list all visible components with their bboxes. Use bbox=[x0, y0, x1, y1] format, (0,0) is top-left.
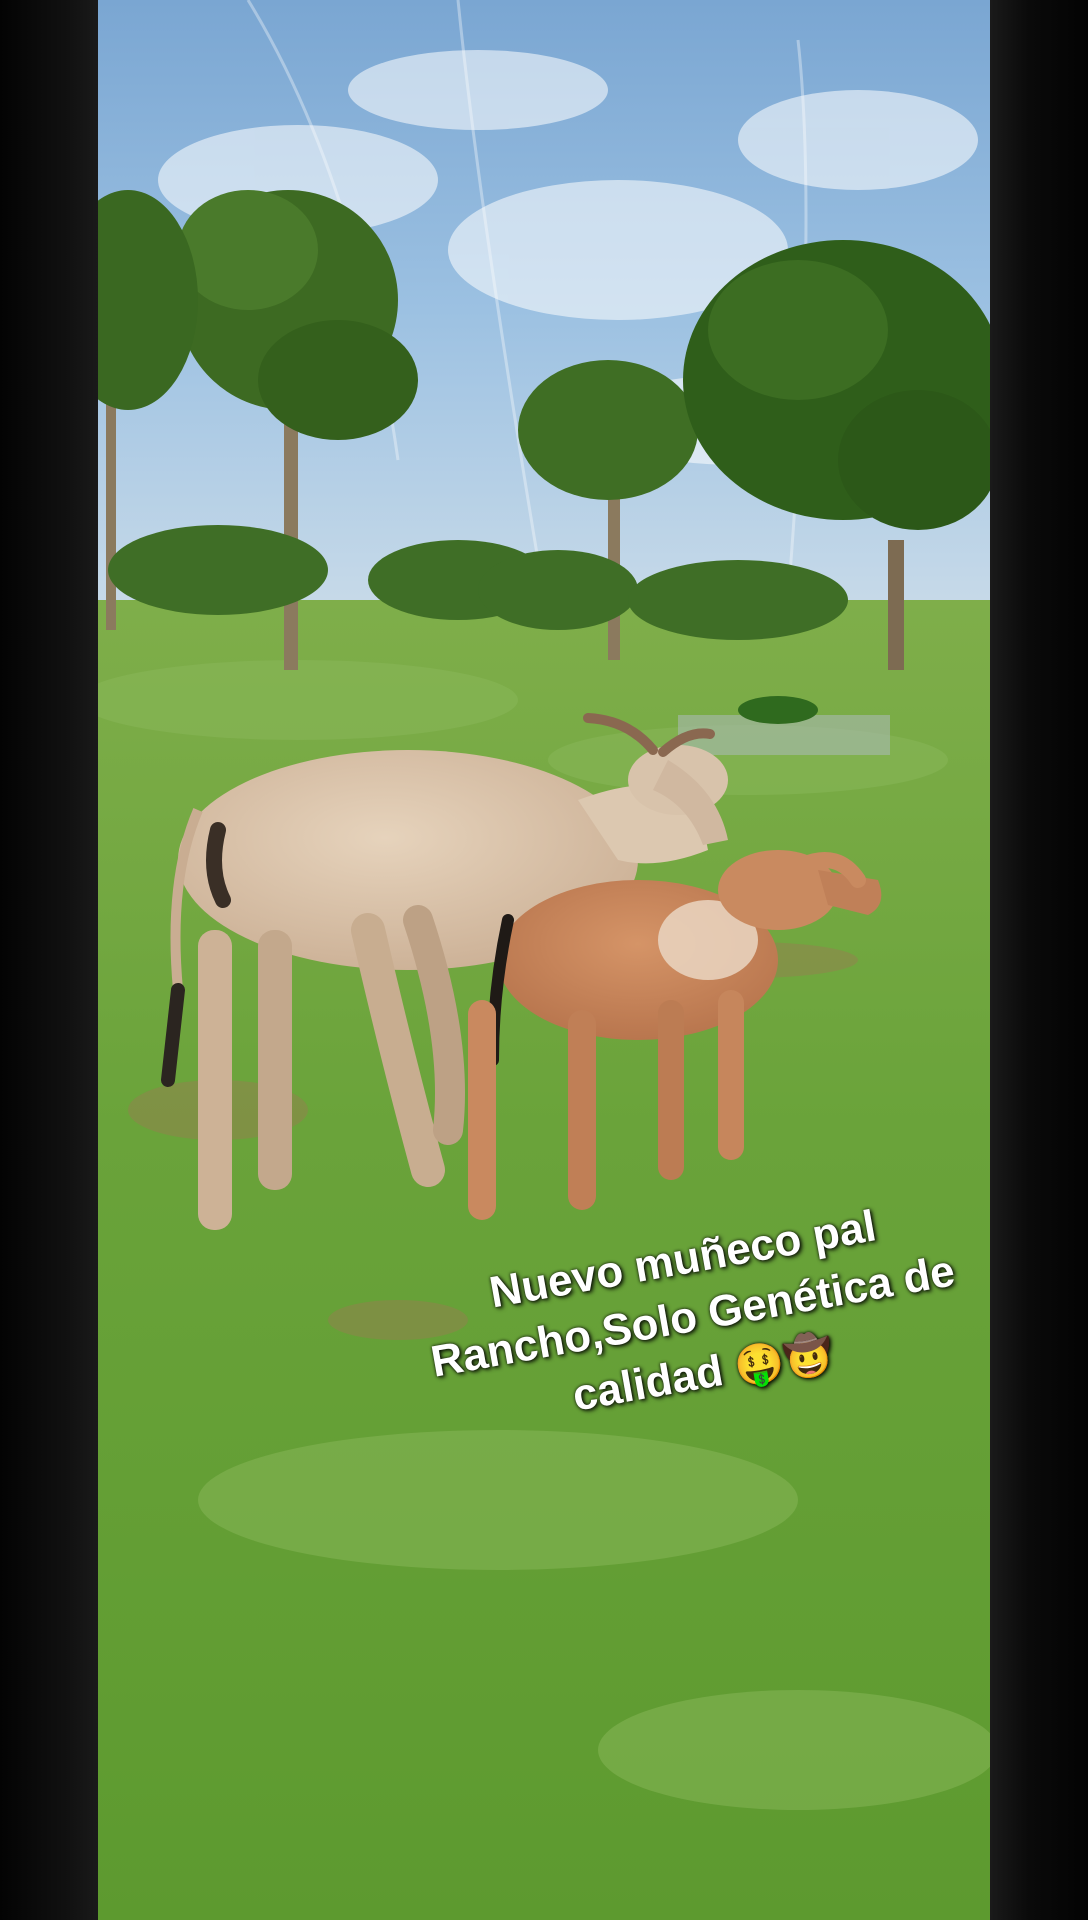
ranch-photo[interactable]: Nuevo muñeco pal Rancho,Solo Genética de… bbox=[98, 0, 990, 1920]
cowboy-hat-face-icon: 🤠 bbox=[780, 1330, 837, 1383]
right-letterbox-bar bbox=[990, 0, 1088, 1920]
left-letterbox-bar bbox=[0, 0, 98, 1920]
video-frame: Nuevo muñeco pal Rancho,Solo Genética de… bbox=[0, 0, 1088, 1920]
ranch-scene-illustration bbox=[98, 0, 990, 1920]
